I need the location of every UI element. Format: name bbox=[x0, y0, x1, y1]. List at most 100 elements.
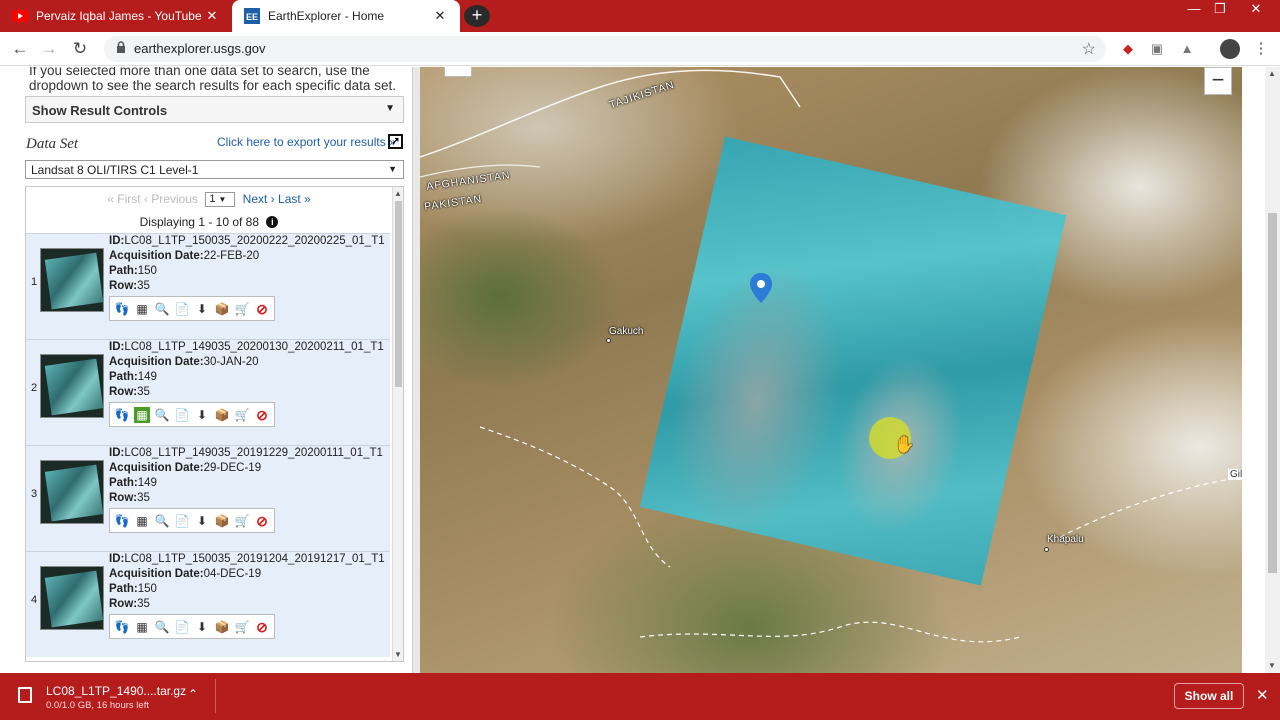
scene-metadata: ID:LC08_L1TP_149035_20191229_20200111_01… bbox=[109, 446, 383, 506]
scene-thumbnail[interactable] bbox=[40, 354, 104, 418]
svg-text:EE: EE bbox=[246, 12, 258, 22]
address-bar[interactable]: earthexplorer.usgs.gov ☆ bbox=[104, 36, 1106, 62]
footprint-icon[interactable]: 👣 bbox=[114, 619, 130, 635]
pager-last[interactable]: Last » bbox=[278, 192, 311, 206]
dataset-selected-value: Landsat 8 OLI/TIRS C1 Level-1 bbox=[31, 163, 199, 177]
extension-adblock-icon[interactable]: ◆ bbox=[1119, 40, 1137, 58]
caret-down-icon: ▼ bbox=[388, 164, 397, 174]
scene-actions: 👣 ▦ 🔍 📄 ⬇ 📦 🛒 ⊘ bbox=[109, 296, 275, 321]
result-row: 4 ID:LC08_L1TP_150035_20191204_20191217_… bbox=[26, 551, 390, 657]
back-icon[interactable]: ← bbox=[9, 39, 31, 59]
restore-icon[interactable]: ❐ bbox=[1208, 0, 1232, 18]
export-results-link[interactable]: Click here to export your results » bbox=[217, 135, 396, 149]
compare-icon[interactable]: 🔍 bbox=[154, 301, 170, 317]
scene-metadata: ID:LC08_L1TP_150035_20191204_20191217_01… bbox=[109, 552, 385, 612]
new-tab-button[interactable]: + bbox=[464, 5, 490, 27]
scene-thumbnail[interactable] bbox=[40, 248, 104, 312]
tab-close-icon[interactable]: ✕ bbox=[204, 8, 220, 24]
scroll-up-icon[interactable]: ▲ bbox=[1268, 69, 1276, 78]
close-icon[interactable]: ✕ bbox=[1256, 686, 1269, 704]
path: Path:149 bbox=[109, 371, 157, 383]
show-result-controls-toggle[interactable]: Show Result Controls ▼ bbox=[25, 96, 404, 123]
dataset-select[interactable]: Landsat 8 OLI/TIRS C1 Level-1 ▼ bbox=[25, 160, 404, 179]
cart-icon[interactable]: 🛒 bbox=[234, 619, 250, 635]
overlay-icon[interactable]: ▦ bbox=[134, 619, 150, 635]
exclude-icon[interactable]: ⊘ bbox=[254, 513, 270, 529]
row-number: 4 bbox=[31, 594, 38, 606]
page-content: If you selected more than one data set t… bbox=[0, 67, 1280, 673]
external-link-icon[interactable]: ↗ bbox=[388, 134, 403, 149]
avatar[interactable] bbox=[1220, 39, 1240, 59]
overlay-icon[interactable]: ▦ bbox=[134, 406, 150, 423]
results-list: « First ‹ Previous 1 ▼ Next › Last » Dis… bbox=[25, 186, 404, 662]
forward-icon[interactable]: → bbox=[38, 39, 60, 59]
page-select[interactable]: 1 ▼ bbox=[205, 192, 236, 208]
results-scrollbar[interactable]: ▲ ▼ bbox=[392, 187, 403, 661]
map-pin-icon[interactable] bbox=[750, 273, 772, 303]
result-row: 3 ID:LC08_L1TP_149035_20191229_20200111_… bbox=[26, 445, 390, 551]
compare-icon[interactable]: 🔍 bbox=[154, 619, 170, 635]
bulk-download-icon[interactable]: 📦 bbox=[214, 619, 230, 635]
tab-youtube[interactable]: Pervaiz Iqbal James - YouTube ✕ bbox=[0, 0, 232, 32]
caret-down-icon: ▼ bbox=[218, 195, 227, 205]
tab-close-icon[interactable]: ✕ bbox=[432, 8, 448, 24]
download-shelf: LC08_L1TP_1490....tar.gz 0.0/1.0 GB, 16 … bbox=[0, 673, 1280, 720]
cart-icon[interactable]: 🛒 bbox=[234, 301, 250, 317]
compare-icon[interactable]: 🔍 bbox=[154, 513, 170, 529]
download-icon[interactable]: ⬇ bbox=[194, 407, 210, 423]
metadata-icon[interactable]: 📄 bbox=[174, 407, 190, 423]
zoom-out-button[interactable]: − bbox=[1204, 67, 1232, 95]
metadata-icon[interactable]: 📄 bbox=[174, 301, 190, 317]
scene-id: ID:LC08_L1TP_150035_20191204_20191217_01… bbox=[109, 553, 385, 565]
bulk-download-icon[interactable]: 📦 bbox=[214, 407, 230, 423]
minimize-icon[interactable]: — bbox=[1182, 0, 1206, 18]
scroll-up-icon[interactable]: ▲ bbox=[394, 189, 402, 198]
bulk-download-icon[interactable]: 📦 bbox=[214, 301, 230, 317]
pager-next[interactable]: Next › bbox=[243, 192, 275, 206]
page-scrollbar[interactable]: ▲ ▼ bbox=[1265, 67, 1280, 673]
window-close-icon[interactable]: ✕ bbox=[1244, 0, 1268, 18]
acquisition-date: Acquisition Date:29-DEC-19 bbox=[109, 462, 262, 474]
overlay-icon[interactable]: ▦ bbox=[134, 301, 150, 317]
download-icon[interactable]: ⬇ bbox=[194, 513, 210, 529]
scrollbar-thumb[interactable] bbox=[1268, 213, 1277, 573]
row: Row:35 bbox=[109, 598, 150, 610]
menu-kebab-icon[interactable]: ⋮ bbox=[1252, 40, 1270, 58]
download-file-name[interactable]: LC08_L1TP_1490....tar.gz bbox=[46, 684, 186, 698]
overlay-icon[interactable]: ▦ bbox=[134, 513, 150, 529]
youtube-icon bbox=[12, 8, 28, 24]
scroll-down-icon[interactable]: ▼ bbox=[1268, 661, 1276, 670]
bookmark-star-icon[interactable]: ☆ bbox=[1082, 39, 1096, 59]
cart-icon[interactable]: 🛒 bbox=[234, 407, 250, 423]
scene-thumbnail[interactable] bbox=[40, 460, 104, 524]
extension-puzzle-icon[interactable]: ▣ bbox=[1148, 40, 1166, 58]
earthexplorer-icon: EE bbox=[244, 8, 260, 24]
exclude-icon[interactable]: ⊘ bbox=[254, 301, 270, 317]
panel-divider[interactable] bbox=[412, 67, 420, 673]
extension-drive-icon[interactable]: ▲ bbox=[1178, 40, 1196, 58]
exclude-icon[interactable]: ⊘ bbox=[254, 619, 270, 635]
show-all-button[interactable]: Show all bbox=[1174, 683, 1244, 709]
bulk-download-icon[interactable]: 📦 bbox=[214, 513, 230, 529]
metadata-icon[interactable]: 📄 bbox=[174, 513, 190, 529]
chevron-up-icon[interactable]: ⌃ bbox=[188, 687, 198, 701]
scene-thumbnail[interactable] bbox=[40, 566, 104, 630]
footprint-icon[interactable]: 👣 bbox=[114, 513, 130, 529]
exclude-icon[interactable]: ⊘ bbox=[254, 407, 270, 423]
download-icon[interactable]: ⬇ bbox=[194, 301, 210, 317]
cart-icon[interactable]: 🛒 bbox=[234, 513, 250, 529]
result-row: 2 ID:LC08_L1TP_149035_20200130_20200211_… bbox=[26, 339, 390, 445]
footprint-icon[interactable]: 👣 bbox=[114, 407, 130, 423]
download-icon[interactable]: ⬇ bbox=[194, 619, 210, 635]
footprint-icon[interactable]: 👣 bbox=[114, 301, 130, 317]
compare-icon[interactable]: 🔍 bbox=[154, 407, 170, 423]
scroll-down-icon[interactable]: ▼ bbox=[394, 650, 402, 659]
scene-metadata: ID:LC08_L1TP_149035_20200130_20200211_01… bbox=[109, 340, 384, 400]
place-label: Gakuch bbox=[609, 326, 644, 337]
info-icon[interactable]: i bbox=[266, 216, 279, 228]
map-view[interactable]: TAJIKISTAN AFGHANISTAN PAKISTAN Gakuch K… bbox=[420, 67, 1242, 673]
metadata-icon[interactable]: 📄 bbox=[174, 619, 190, 635]
scrollbar-thumb[interactable] bbox=[395, 201, 402, 387]
tab-earthexplorer[interactable]: EE EarthExplorer - Home ✕ bbox=[232, 0, 460, 32]
reload-icon[interactable]: ↻ bbox=[69, 39, 91, 59]
